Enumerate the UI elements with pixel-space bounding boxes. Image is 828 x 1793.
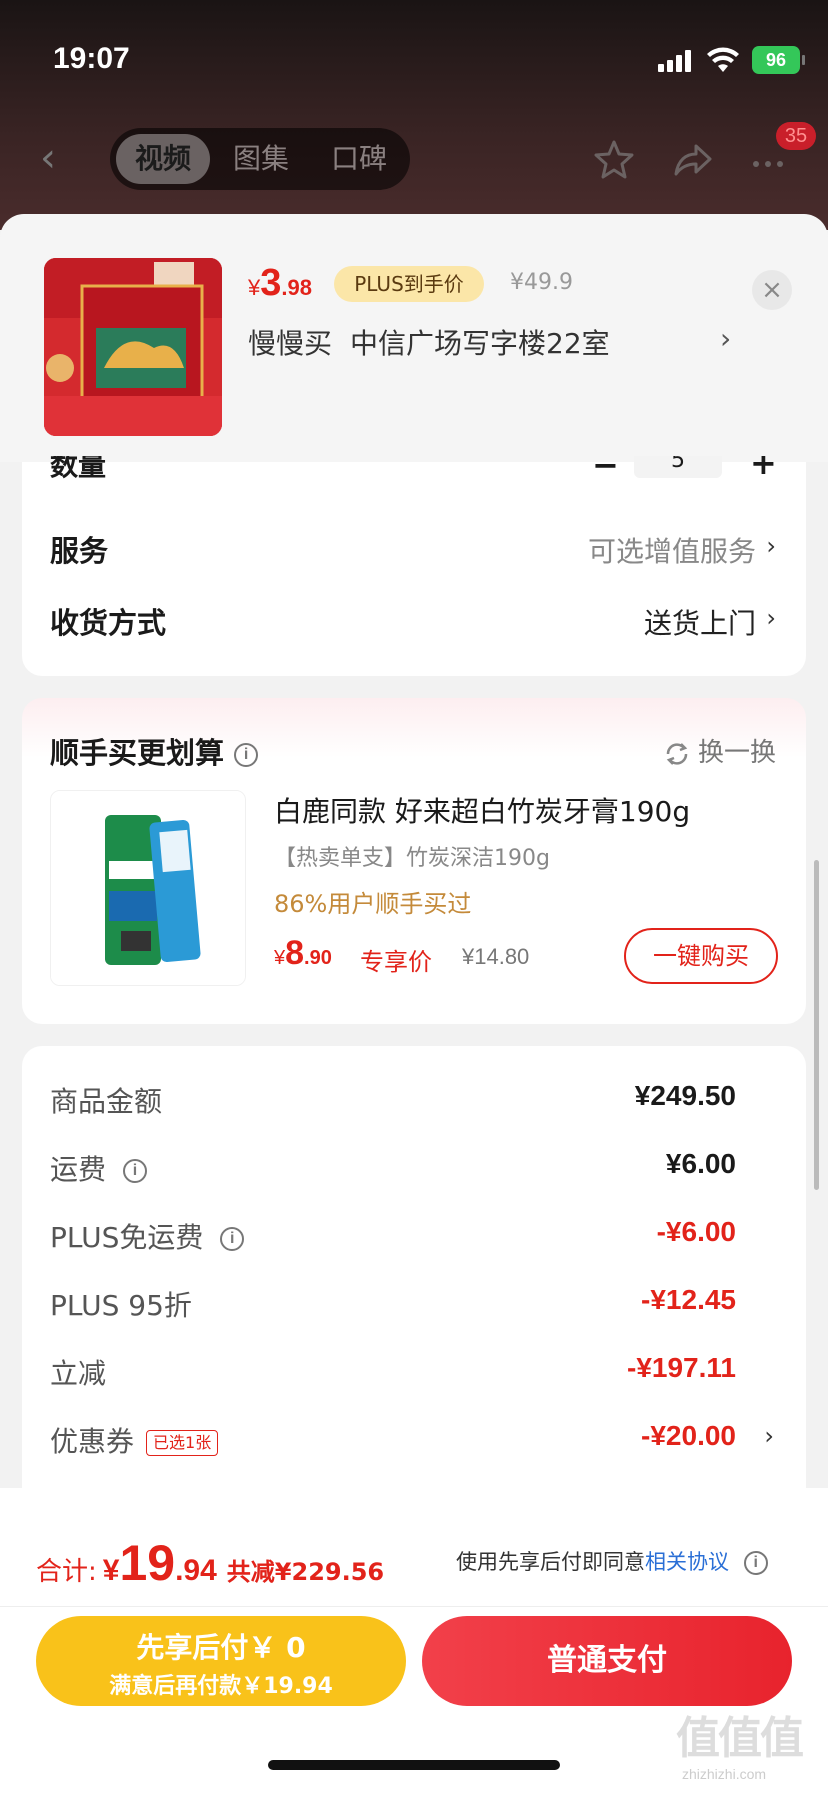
star-icon[interactable]	[592, 138, 636, 182]
address-text: 中信广场写字楼22室	[350, 327, 610, 360]
original-price: ¥49.9	[510, 270, 573, 295]
agreement-link[interactable]: 相关协议	[645, 1550, 729, 1574]
plus-discount-label: PLUS 95折	[50, 1289, 192, 1322]
delivery-value[interactable]: 送货上门	[644, 602, 756, 642]
chevron-right-icon[interactable]: ›	[720, 322, 731, 355]
divider	[0, 1606, 828, 1607]
service-label: 服务	[50, 534, 109, 568]
wifi-icon	[707, 47, 739, 72]
goods-amount-label: 商品金额	[50, 1085, 163, 1118]
scrollbar[interactable]	[814, 860, 819, 1190]
plus-free-shipping-value: -¥6.00	[656, 1216, 736, 1247]
plus-price-tag: PLUS到手价	[334, 266, 484, 302]
info-icon[interactable]: i	[234, 743, 259, 767]
status-bar: 19:07 96	[0, 0, 828, 110]
recipient-name: 慢慢买	[248, 327, 333, 360]
share-icon[interactable]	[670, 138, 714, 182]
plus-price: ¥3.98	[248, 262, 312, 304]
quantity-plus-button[interactable]: +	[750, 456, 777, 482]
quantity-minus-button[interactable]: −	[592, 456, 619, 484]
instant-discount-value: -¥197.11	[627, 1352, 736, 1383]
normal-pay-button[interactable]: 普通支付	[422, 1616, 792, 1706]
coupon-label[interactable]: 优惠券 已选1张	[50, 1420, 219, 1460]
info-icon[interactable]: i	[122, 1159, 147, 1183]
addon-title: 顺手买更划算 i	[50, 730, 259, 772]
addon-card: 顺手买更划算 i 换一换 白鹿同款 好来超白竹炭牙膏190g 【热卖单支】竹炭深…	[22, 698, 806, 1024]
one-click-buy-button[interactable]: 一键购买	[624, 928, 778, 984]
watermark-logo: 值值值	[676, 1713, 804, 1764]
battery-indicator: 96	[752, 46, 805, 74]
exclusive-price-label: 专享价	[360, 948, 432, 976]
home-indicator[interactable]	[268, 1760, 560, 1770]
addon-product-subtitle: 【热卖单支】竹炭深洁190g	[274, 846, 550, 871]
tab-video[interactable]: 视频	[116, 134, 210, 184]
status-time: 19:07	[53, 42, 130, 75]
cellular-signal-icon	[658, 50, 692, 72]
watermark-url: zhizhizhi.com	[682, 1766, 767, 1782]
quantity-row: 数量 − 5 +	[22, 456, 806, 486]
price-summary-card: 商品金额 ¥249.50 运费 i ¥6.00 PLUS免运费 i -¥6.00…	[22, 1046, 806, 1496]
shipping-fee-label: 运费 i	[50, 1148, 147, 1188]
info-icon[interactable]: i	[743, 1551, 768, 1575]
goods-amount-value: ¥249.50	[634, 1080, 736, 1111]
addon-product-image[interactable]	[50, 790, 246, 986]
total-saved: 共减¥229.56	[226, 1558, 385, 1586]
top-nav: ‹ 视频 图集 口碑 35	[0, 120, 828, 200]
message-badge: 35	[776, 122, 816, 150]
total-amount: 合计: ¥19.94 共减¥229.56	[36, 1535, 385, 1591]
product-summary-sheet: ¥3.98 PLUS到手价 ¥49.9 × 慢慢买 中信广场写字楼22室 ›	[0, 214, 828, 462]
tab-gallery[interactable]: 图集	[214, 134, 308, 184]
instant-discount-label: 立减	[50, 1357, 107, 1390]
tab-reviews[interactable]: 口碑	[312, 134, 406, 184]
swap-button[interactable]: 换一换	[664, 732, 776, 769]
addon-original-price: ¥14.80	[462, 944, 530, 969]
pay-later-button[interactable]: 先享后付￥ 0 满意后再付款￥19.94	[36, 1616, 406, 1706]
delivery-label: 收货方式	[50, 606, 167, 640]
order-options-card: 数量 − 5 + 服务 可选增值服务 › 收货方式 送货上门 ›	[22, 456, 806, 676]
checkout-bar: 合计: ¥19.94 共减¥229.56 使用先享后付即同意相关协议 i 先享后付￥…	[0, 1488, 828, 1793]
agreement-text: 使用先享后付即同意相关协议 i	[456, 1546, 768, 1576]
close-icon[interactable]: ×	[752, 270, 792, 310]
plus-discount-value: -¥12.45	[641, 1284, 736, 1315]
coupon-selected-tag: 已选1张	[146, 1430, 219, 1456]
chevron-right-icon[interactable]: ›	[766, 532, 776, 560]
chevron-right-icon[interactable]: ›	[764, 1422, 774, 1450]
media-tabs: 视频 图集 口碑	[110, 128, 410, 190]
info-icon[interactable]: i	[220, 1227, 245, 1251]
chevron-right-icon[interactable]: ›	[766, 604, 776, 632]
coupon-value[interactable]: -¥20.00	[641, 1420, 736, 1452]
service-value[interactable]: 可选增值服务	[588, 530, 756, 570]
addon-price: ¥8.90	[274, 934, 332, 972]
plus-free-shipping-label: PLUS免运费 i	[50, 1216, 245, 1256]
shipping-address[interactable]: 慢慢买 中信广场写字楼22室	[248, 322, 610, 362]
refresh-icon	[666, 742, 687, 765]
quantity-input[interactable]: 5	[634, 456, 722, 478]
quantity-label: 数量	[50, 456, 107, 482]
shipping-fee-value: ¥6.00	[665, 1148, 736, 1179]
back-arrow-icon[interactable]: ‹	[40, 138, 70, 178]
product-thumbnail	[44, 258, 222, 436]
addon-bought-rate: 86%用户顺手买过	[274, 890, 472, 918]
addon-product-title[interactable]: 白鹿同款 好来超白竹炭牙膏190g	[274, 790, 690, 830]
